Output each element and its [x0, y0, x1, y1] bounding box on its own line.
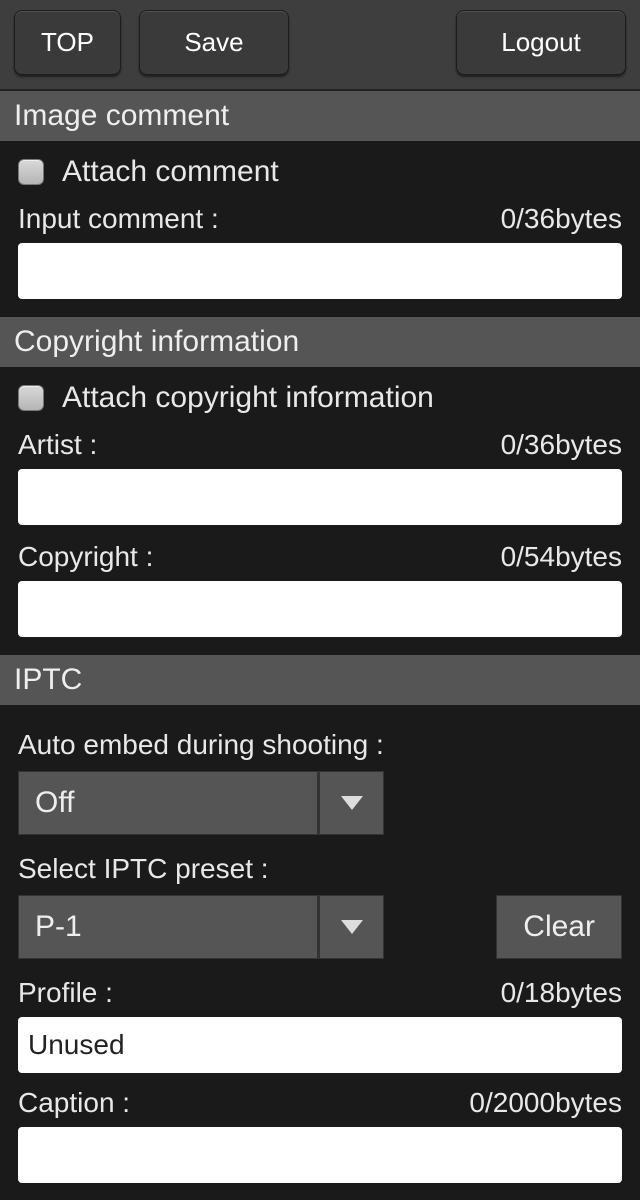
auto-embed-caret[interactable]	[318, 771, 384, 835]
toolbar: TOP Save Logout	[0, 0, 640, 91]
artist-label-row: Artist : 0/36bytes	[18, 429, 622, 461]
save-button[interactable]: Save	[139, 10, 289, 75]
select-preset-label: Select IPTC preset :	[18, 853, 622, 885]
section-header-iptc: IPTC	[0, 655, 640, 705]
profile-label-row: Profile : 0/18bytes	[18, 977, 622, 1009]
chevron-down-icon	[341, 920, 363, 934]
caption-label: Caption :	[18, 1087, 130, 1119]
logout-button[interactable]: Logout	[456, 10, 626, 75]
auto-embed-select-row: Off	[18, 771, 622, 835]
select-preset-select[interactable]: P-1	[18, 895, 318, 959]
copyright-counter: 0/54bytes	[501, 541, 622, 573]
select-preset-caret[interactable]	[318, 895, 384, 959]
attach-comment-row: Attach comment	[18, 155, 622, 189]
attach-copyright-checkbox[interactable]	[18, 385, 44, 411]
profile-field[interactable]	[18, 1017, 622, 1073]
artist-field[interactable]	[18, 469, 622, 525]
artist-counter: 0/36bytes	[501, 429, 622, 461]
copyright-field[interactable]	[18, 581, 622, 637]
input-comment-counter: 0/36bytes	[501, 203, 622, 235]
input-comment-label: Input comment :	[18, 203, 219, 235]
input-comment-field[interactable]	[18, 243, 622, 299]
auto-embed-select[interactable]: Off	[18, 771, 318, 835]
section-body-copyright: Attach copyright information Artist : 0/…	[0, 367, 640, 655]
section-header-copyright: Copyright information	[0, 317, 640, 367]
profile-label: Profile :	[18, 977, 113, 1009]
profile-counter: 0/18bytes	[501, 977, 622, 1009]
caption-label-row: Caption : 0/2000bytes	[18, 1087, 622, 1119]
select-preset-row: P-1 Clear	[18, 895, 622, 959]
copyright-label: Copyright :	[18, 541, 153, 573]
attach-comment-checkbox[interactable]	[18, 159, 44, 185]
section-body-image-comment: Attach comment Input comment : 0/36bytes	[0, 141, 640, 317]
artist-label: Artist :	[18, 429, 97, 461]
top-button[interactable]: TOP	[14, 10, 121, 75]
section-body-iptc: Auto embed during shooting : Off Select …	[0, 705, 640, 1200]
input-comment-label-row: Input comment : 0/36bytes	[18, 203, 622, 235]
auto-embed-label: Auto embed during shooting :	[18, 729, 622, 761]
caption-counter: 0/2000bytes	[469, 1087, 622, 1119]
clear-button[interactable]: Clear	[496, 895, 622, 959]
attach-comment-label: Attach comment	[62, 155, 279, 189]
caption-field[interactable]	[18, 1127, 622, 1183]
chevron-down-icon	[341, 796, 363, 810]
copyright-label-row: Copyright : 0/54bytes	[18, 541, 622, 573]
section-header-image-comment: Image comment	[0, 91, 640, 141]
attach-copyright-label: Attach copyright information	[62, 381, 434, 415]
attach-copyright-row: Attach copyright information	[18, 381, 622, 415]
